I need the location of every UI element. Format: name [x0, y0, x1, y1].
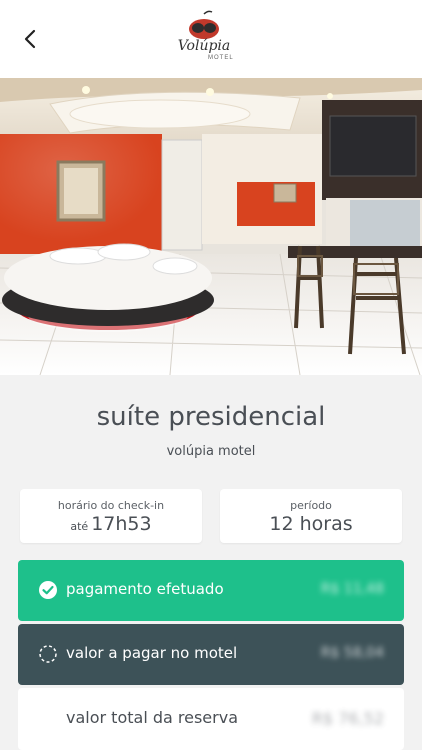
payment-paid-amount: R$ 11,48 — [320, 581, 384, 597]
apple-logo-icon — [189, 10, 219, 39]
payment-paid-row[interactable]: pagamento efetuado R$ 11,48 — [18, 560, 404, 621]
checkin-label: horário do check-in — [57, 499, 165, 512]
period-card: período 12 horas — [220, 489, 402, 543]
motel-logo: Volúpia MOTEL — [172, 10, 250, 66]
back-button[interactable] — [18, 26, 42, 52]
period-value: 12 horas — [269, 513, 353, 535]
checkin-card: horário do check-in até 17h53 — [20, 489, 202, 543]
payment-due-label: valor a pagar no motel — [66, 644, 238, 662]
period-label: período — [290, 499, 332, 512]
total-label: valor total da reserva — [66, 708, 238, 727]
motel-name: volúpia motel — [166, 444, 256, 459]
header: Volúpia MOTEL — [0, 0, 422, 78]
suite-photo-image — [0, 78, 422, 375]
payment-due-amount: R$ 58,04 — [320, 645, 384, 661]
chevron-left-icon — [24, 29, 36, 49]
total-amount: R$ 76,52 — [311, 709, 384, 728]
logo-name: Volúpia — [177, 38, 231, 54]
payment-due-row[interactable]: valor a pagar no motel R$ 58,04 — [18, 624, 404, 685]
logo-subtitle: MOTEL — [208, 55, 234, 61]
payment-paid-label: pagamento efetuado — [66, 580, 224, 598]
total-row: valor total da reserva R$ 76,52 — [18, 688, 404, 750]
checkin-time: 17h53 — [91, 513, 152, 535]
check-circle-icon — [39, 581, 57, 599]
checkin-value: até 17h53 — [20, 513, 202, 535]
dashed-circle-icon — [39, 645, 57, 663]
suite-photo — [0, 78, 422, 375]
suite-title: suíte presidencial — [96, 402, 326, 432]
checkin-prefix: até — [70, 520, 89, 533]
